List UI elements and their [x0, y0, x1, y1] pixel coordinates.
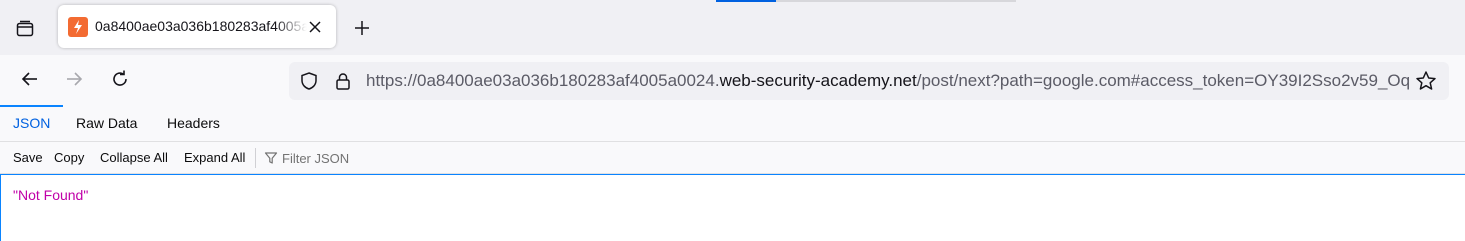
tab-list-icon [16, 20, 34, 37]
json-viewer-tabs: JSON Raw Data Headers [0, 105, 1465, 142]
toolbar-divider [255, 148, 256, 168]
tab-raw-data[interactable]: Raw Data [63, 105, 150, 142]
expand-all-button[interactable]: Expand All [184, 150, 245, 165]
tab-progress-indicator [716, 0, 776, 2]
navigation-bar: https://0a8400ae03a036b180283af4005a0024… [0, 55, 1465, 105]
json-content-panel: "Not Found" [0, 174, 1465, 241]
url-prefix: https://0a8400ae03a036b180283af4005a0024… [366, 71, 720, 90]
plus-icon [355, 21, 369, 35]
lock-icon[interactable] [333, 71, 353, 91]
url-path: /post/next?path=google.com#access_token=… [916, 71, 1410, 90]
reload-icon [113, 70, 127, 86]
save-button[interactable]: Save [13, 150, 43, 165]
arrow-right-icon [67, 72, 83, 86]
json-string-value: "Not Found" [13, 187, 89, 203]
shield-icon[interactable] [299, 71, 319, 91]
close-icon [309, 21, 321, 33]
arrow-left-icon [21, 72, 37, 86]
back-button[interactable] [14, 63, 46, 95]
web-security-academy-logo-icon [68, 17, 88, 37]
filter-json-input[interactable] [282, 148, 582, 168]
tab-strip-divider [776, 0, 1016, 2]
address-bar[interactable]: https://0a8400ae03a036b180283af4005a0024… [289, 62, 1449, 100]
active-tab[interactable]: 0a8400ae03a036b180283af4005a0024.web-sec… [58, 5, 336, 48]
forward-button[interactable] [58, 63, 90, 95]
json-toolbar: Save Copy Collapse All Expand All [0, 142, 1465, 174]
url-text[interactable]: https://0a8400ae03a036b180283af4005a0024… [366, 71, 1410, 91]
list-all-tabs-button[interactable] [8, 12, 42, 46]
new-tab-button[interactable] [346, 12, 378, 44]
tab-strip: 0a8400ae03a036b180283af4005a0024.web-sec… [0, 0, 1465, 55]
filter-icon [264, 152, 278, 164]
tab-json[interactable]: JSON [0, 105, 64, 142]
url-host: web-security-academy.net [719, 71, 917, 90]
reload-button[interactable] [104, 63, 136, 95]
copy-button[interactable]: Copy [54, 150, 84, 165]
collapse-all-button[interactable]: Collapse All [100, 150, 168, 165]
star-icon[interactable] [1415, 70, 1437, 92]
tab-title: 0a8400ae03a036b180283af4005a0024.web-sec… [95, 18, 307, 34]
close-tab-button[interactable] [304, 16, 326, 38]
tab-headers[interactable]: Headers [154, 105, 233, 142]
